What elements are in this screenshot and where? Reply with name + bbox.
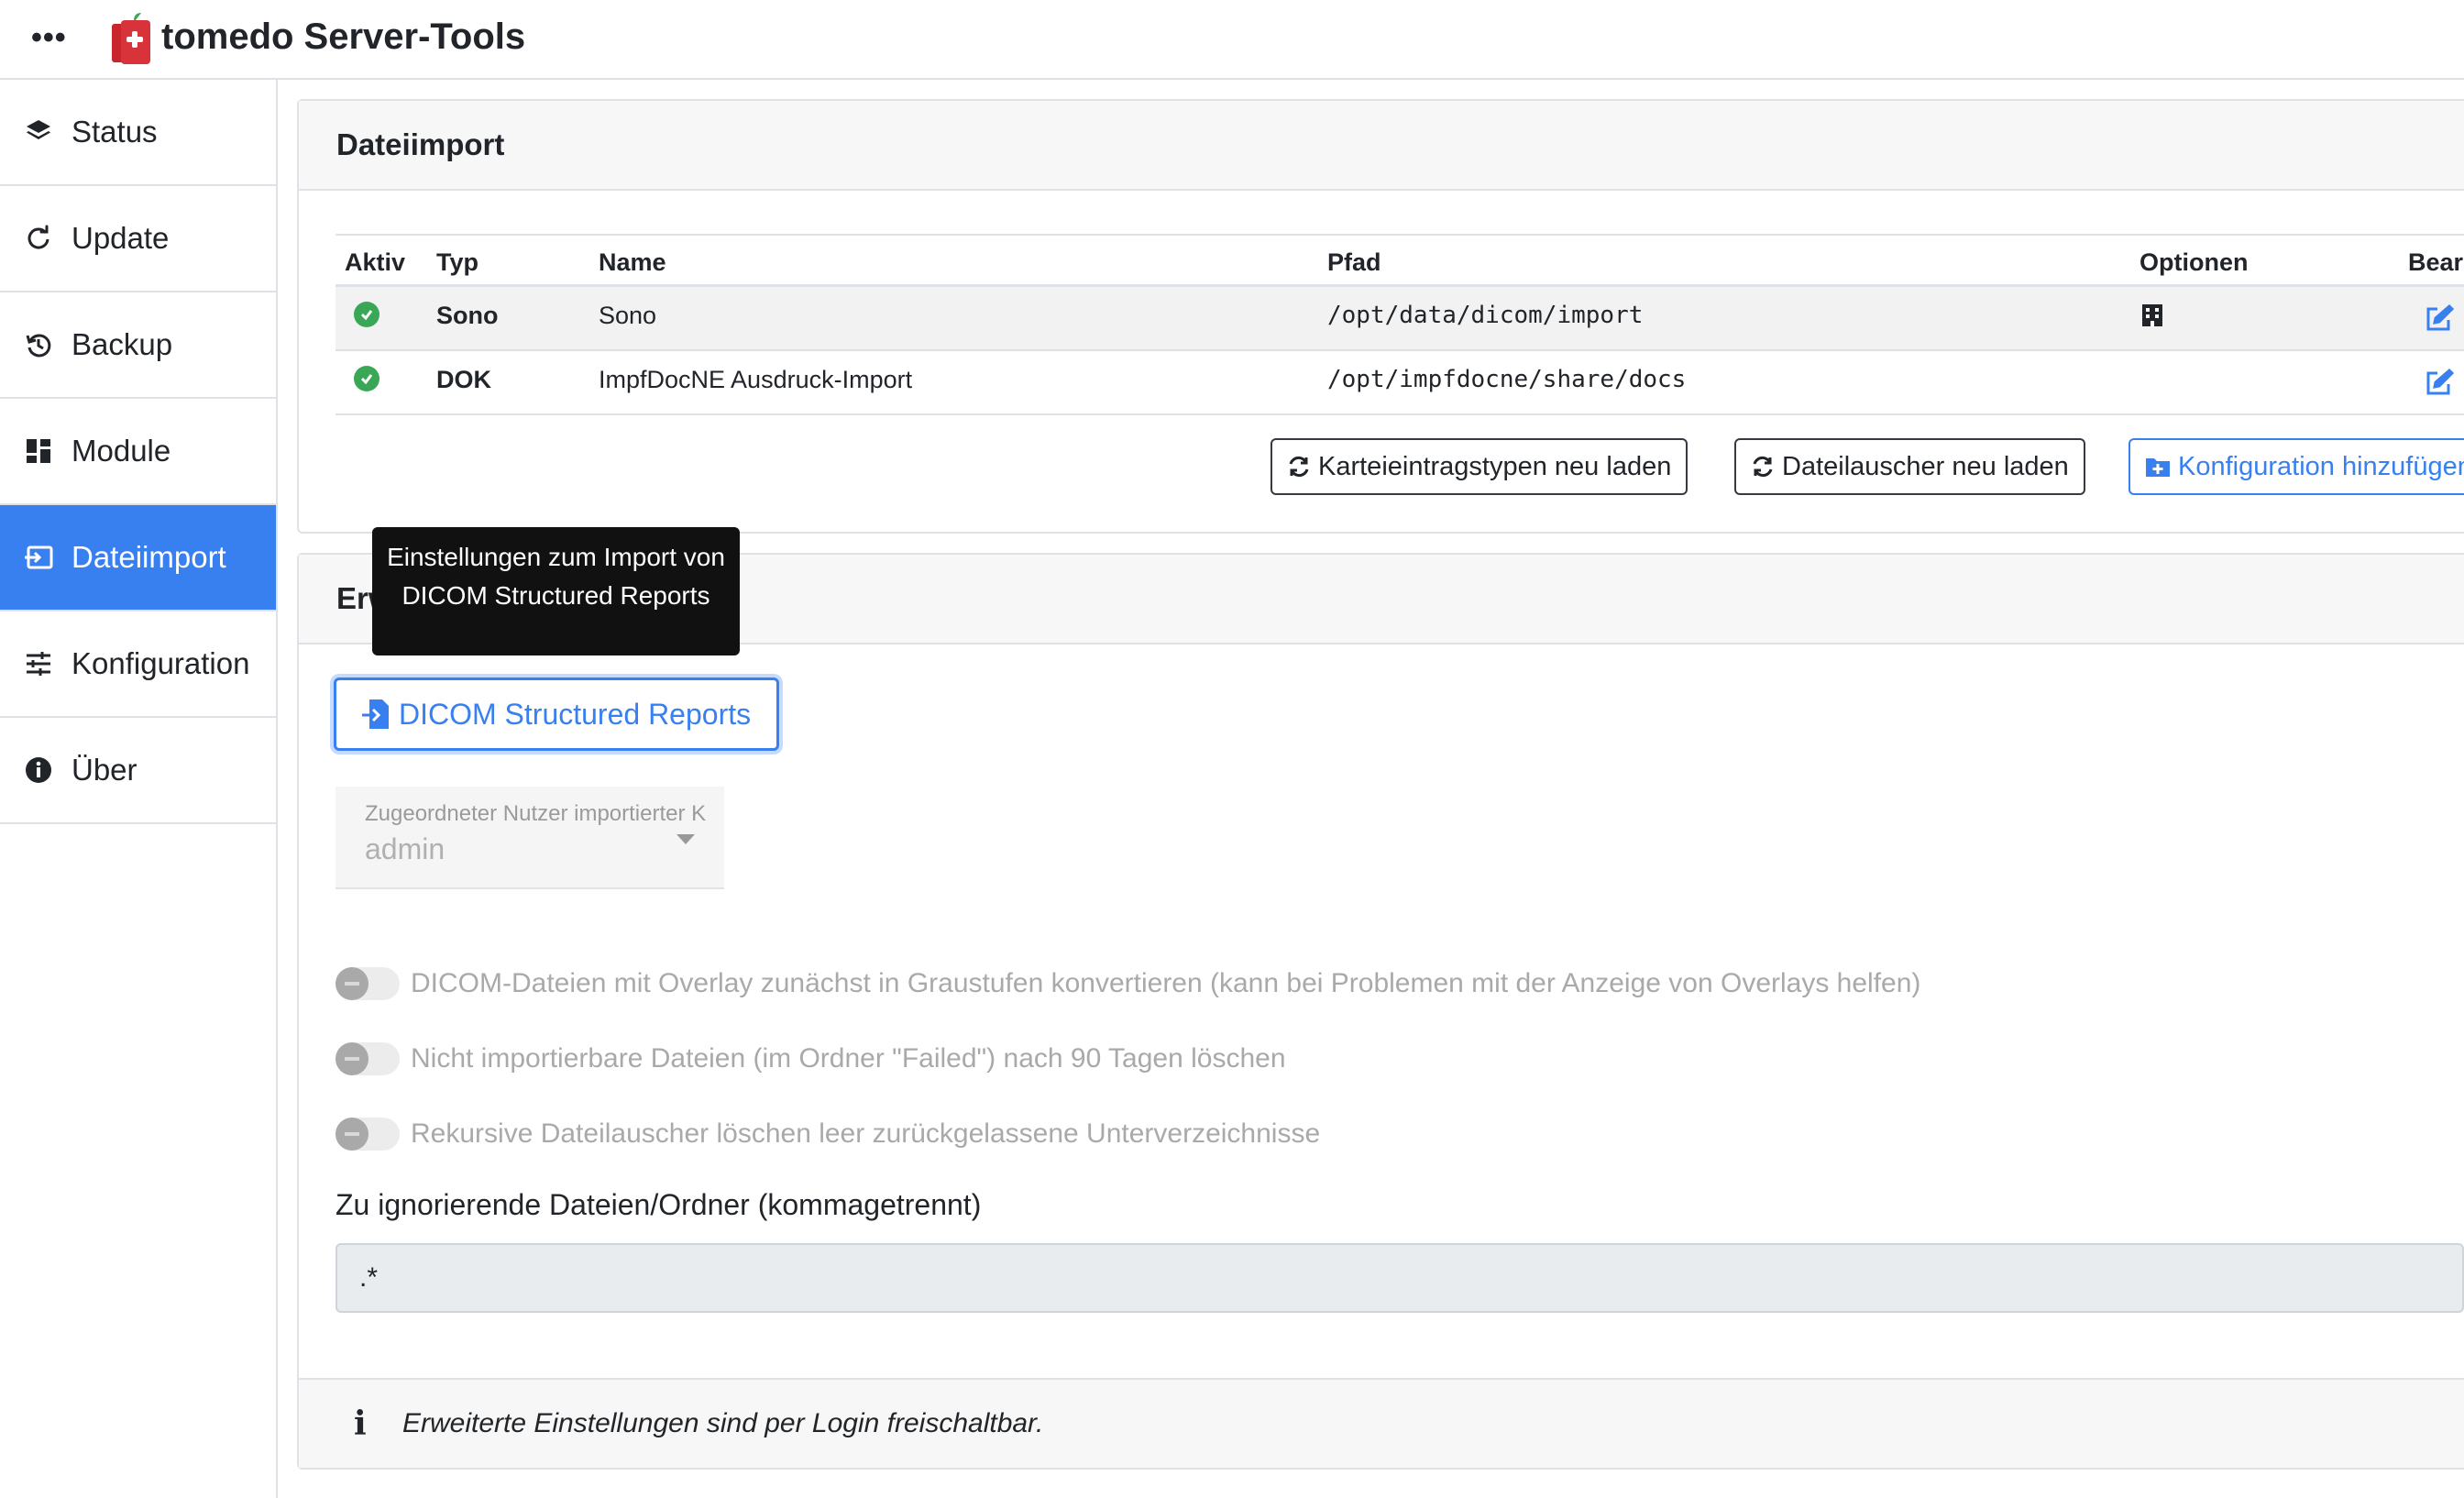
reload-watchers-button[interactable]: Dateilauscher neu laden [1734,438,2085,495]
button-label: Karteieintragstypen neu laden [1318,451,1672,481]
sidebar-item-status[interactable]: Status [0,80,276,186]
cell-name: Sono [599,302,657,329]
toggle-switch[interactable] [336,967,400,1000]
tomedo-logo-icon [110,11,156,66]
reload-types-button[interactable]: Karteieintragstypen neu laden [1270,438,1688,495]
sidebar-item-konfiguration[interactable]: Konfiguration [0,611,276,718]
footer-text: Erweiterte Einstellungen sind per Login … [402,1408,1044,1438]
toggle-delete-failed[interactable]: Nicht importierbare Dateien (im Ordner "… [336,1041,1286,1077]
active-check-icon [354,366,380,391]
import-table: Aktiv Typ Name Pfad Optionen Bearb Sono … [336,234,2464,415]
table-row[interactable]: DOK ImpfDocNE Ausdruck-Import /opt/impfd… [336,351,2464,415]
toggle-label: DICOM-Dateien mit Overlay zunächst in Gr… [411,968,1921,998]
sidebar-item-label: Dateiimport [72,540,226,574]
select-value: admin [365,832,446,865]
assigned-user-select[interactable]: Zugeordneter Nutzer importierter K admin [336,787,724,889]
button-label: Dateilauscher neu laden [1782,451,2069,481]
cell-typ: Sono [436,302,499,329]
refresh-icon [1753,456,1773,478]
app-title: tomedo Server-Tools [161,17,526,57]
cell-typ: DOK [436,366,491,393]
cell-pfad: /opt/impfdocne/share/docs [1327,366,1687,393]
refresh-icon [1289,456,1309,478]
sidebar-item-label: Über [72,753,138,787]
column-header: Name [599,248,666,276]
tooltip: Einstellungen zum Import von DICOM Struc… [372,527,740,655]
button-label: DICOM Structured Reports [399,697,752,731]
edit-icon[interactable] [2424,303,2455,339]
ignore-label: Zu ignorierende Dateien/Ordner (kommaget… [336,1188,982,1221]
toggle-switch[interactable] [336,1118,400,1151]
info-footer: i Erweiterte Einstellungen sind per Logi… [299,1378,2464,1468]
sidebar-item-update[interactable]: Update [0,186,276,292]
sidebar-item-label: Status [72,115,158,149]
ellipsis-icon[interactable]: ••• [31,22,67,53]
table-header: Aktiv Typ Name Pfad Optionen Bearb [336,234,2464,287]
ignore-input[interactable]: .* [336,1243,2464,1313]
add-config-button[interactable]: Konfiguration hinzufügen [2128,438,2464,495]
sidebar-item-dateiimport[interactable]: Dateiimport [0,505,276,611]
toggle-switch[interactable] [336,1042,400,1075]
info-icon [22,754,55,787]
cell-name: ImpfDocNE Ausdruck-Import [599,366,913,393]
active-check-icon [354,302,380,327]
import-icon [22,541,55,574]
toggle-grayscale[interactable]: DICOM-Dateien mit Overlay zunächst in Gr… [336,965,1920,1002]
info-i-icon: i [354,1404,367,1443]
select-label: Zugeordneter Nutzer importierter K [365,801,707,826]
sidebar-item-label: Module [72,434,171,468]
toggle-label: Rekursive Dateilauscher löschen leer zur… [411,1118,1321,1149]
card-title: Dateiimport [299,101,2464,191]
history-icon [22,328,55,361]
column-header: Optionen [2140,248,2249,276]
sidebar-item-backup[interactable]: Backup [0,292,276,399]
column-header: Aktiv [345,248,406,276]
sidebar: Status Update Backup Module Dateiimport … [0,80,278,1498]
dicom-structured-reports-button[interactable]: DICOM Structured Reports [334,677,779,751]
caret-down-icon [676,834,695,844]
refresh-icon [22,222,55,255]
file-import-icon [362,699,389,729]
building-icon[interactable] [2141,303,2163,334]
column-header: Typ [436,248,478,276]
cell-pfad: /opt/data/dicom/import [1327,302,1644,329]
folder-plus-icon [2146,458,2170,477]
table-row[interactable]: Sono Sono /opt/data/dicom/import [336,287,2464,351]
sliders-icon [22,647,55,680]
sidebar-item-label: Update [72,221,170,255]
grid-icon [22,435,55,468]
toggle-label: Nicht importierbare Dateien (im Ordner "… [411,1043,1286,1074]
column-header: Bearb [2408,248,2464,276]
column-header: Pfad [1327,248,1381,276]
sidebar-item-ueber[interactable]: Über [0,718,276,824]
layers-icon [22,116,55,149]
top-bar: ••• tomedo Server-Tools [0,0,2464,80]
toggle-recursive-delete[interactable]: Rekursive Dateilauscher löschen leer zur… [336,1116,1320,1152]
edit-icon[interactable] [2424,368,2455,403]
button-label: Konfiguration hinzufügen [2178,451,2464,481]
sidebar-item-module[interactable]: Module [0,399,276,505]
sidebar-item-label: Backup [72,327,173,361]
sidebar-item-label: Konfiguration [72,646,250,680]
dateiimport-card: Dateiimport Aktiv Typ Name Pfad Optionen… [297,99,2464,534]
